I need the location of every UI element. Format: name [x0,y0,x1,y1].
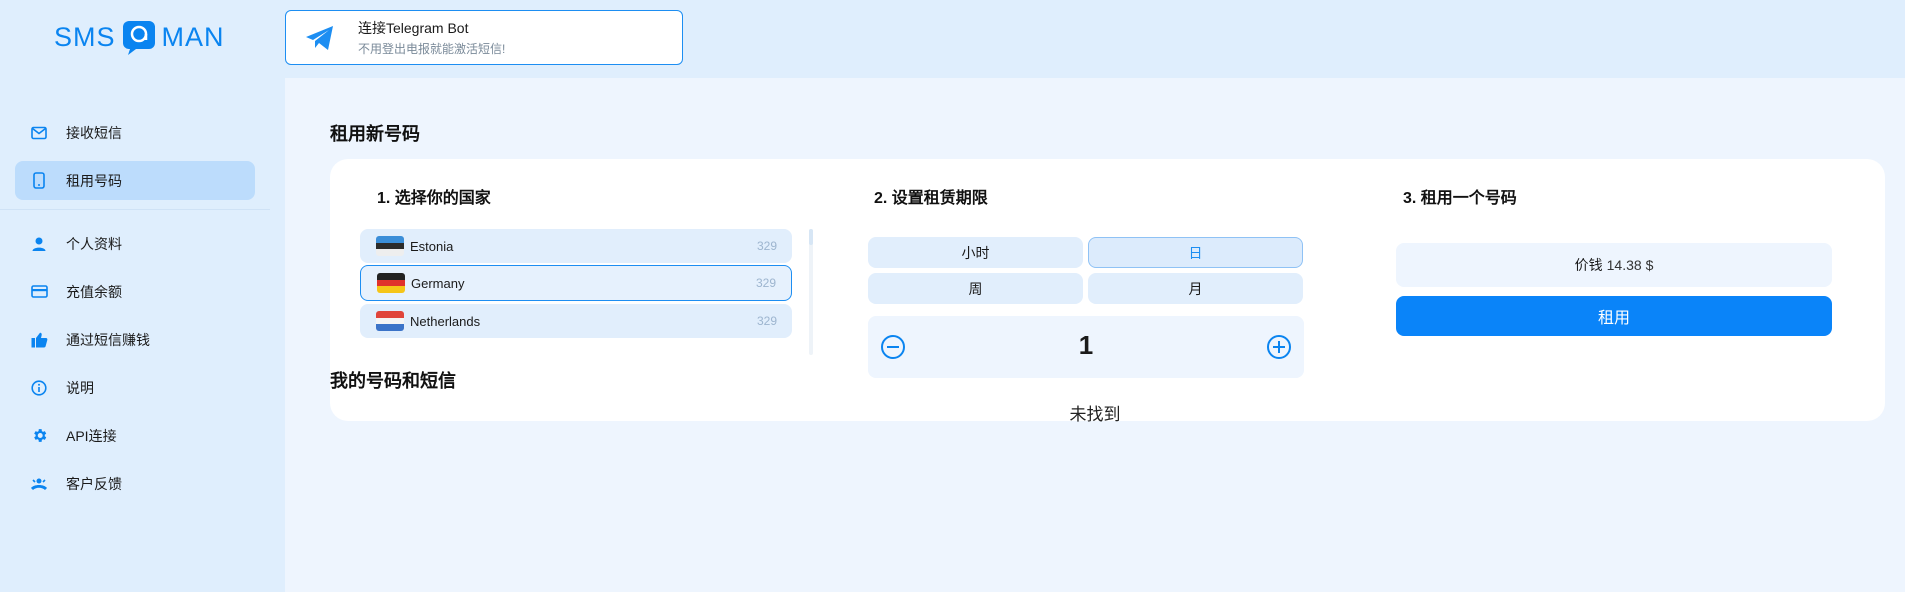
support-icon [30,475,48,493]
quantity-value: 1 [1078,330,1094,360]
sidebar-item-label: 客户反馈 [66,475,122,492]
country-count: 329 [756,314,777,328]
brand-left: SMS [54,21,116,52]
country-count: 329 [755,276,776,290]
sidebar-item-label: 个人资料 [66,235,122,252]
my-numbers-title: 我的号码和短信 [330,371,456,391]
country-name: Estonia [410,238,454,254]
country-item-germany[interactable]: Germany 329 [360,265,792,301]
rent-button[interactable]: 租用 [1396,296,1832,336]
main-content: 租用新号码 1. 选择你的国家 Estonia 329 Germany 329 … [285,78,1905,592]
brand-right: MAN [161,21,225,52]
brand-logo[interactable]: SMS MAN [54,16,225,58]
period-day-button[interactable]: 日 [1088,237,1303,268]
plus-circle-icon[interactable] [1266,334,1292,360]
telegram-title: 连接Telegram Bot [358,20,469,36]
period-hour-button[interactable]: 小时 [868,237,1083,268]
sidebar-nav: 接收短信 租用号码 个人资料 充值余额 通过短信赚钱 说明 API连接 客户反馈 [0,113,270,512]
card-icon [30,283,48,301]
country-name: Netherlands [410,313,481,329]
price-value: 14.38 $ [1606,257,1654,273]
country-list-scrollbar[interactable] [809,229,813,355]
sidebar-item-label: 租用号码 [66,172,122,189]
telegram-icon [306,25,333,50]
sidebar-item-label: 说明 [66,379,94,396]
country-name: Germany [411,275,465,291]
rent-panel: 1. 选择你的国家 Estonia 329 Germany 329 Nether… [330,159,1885,421]
info-icon [30,379,48,397]
sidebar-item-api[interactable]: API连接 [15,416,255,455]
sidebar: SMS MAN 接收短信 租用号码 个人资料 充值余额 通过短信赚钱 说明 AP… [0,0,285,592]
germany-flag-icon [377,273,405,293]
sidebar-divider [0,209,270,210]
sidebar-item-receive-sms[interactable]: 接收短信 [15,113,255,152]
sidebar-item-label: 通过短信赚钱 [66,331,150,348]
sidebar-item-profile[interactable]: 个人资料 [15,224,255,263]
netherlands-flag-icon [376,311,404,331]
empty-state-text: 未找到 [1069,405,1121,424]
phone-icon [30,172,48,190]
country-item-estonia[interactable]: Estonia 329 [360,229,792,263]
gear-icon [30,427,48,445]
estonia-flag-icon [376,236,404,256]
sidebar-item-label: API连接 [66,427,117,444]
telegram-text: 连接Telegram Bot 不用登出电报就能激活短信! [358,18,505,57]
sidebar-item-instructions[interactable]: 说明 [15,368,255,407]
country-item-netherlands[interactable]: Netherlands 329 [360,304,792,338]
period-month-button[interactable]: 月 [1088,273,1303,304]
telegram-subtitle: 不用登出电报就能激活短信! [358,42,506,56]
price-box: 价钱 14.38 $ [1396,243,1832,287]
step3-title: 3. 租用一个号码 [1403,190,1517,207]
sidebar-item-top-up[interactable]: 充值余额 [15,272,255,311]
quantity-stepper: 1 [868,316,1304,378]
rent-section-title: 租用新号码 [330,124,420,144]
step1-title: 1. 选择你的国家 [377,190,491,207]
sidebar-item-label: 接收短信 [66,124,122,141]
sidebar-item-rent-number[interactable]: 租用号码 [15,161,255,200]
mail-icon [30,124,48,142]
sidebar-item-earn[interactable]: 通过短信赚钱 [15,320,255,359]
thumbs-up-icon [30,331,48,349]
top-bar: 连接Telegram Bot 不用登出电报就能激活短信! [285,0,1905,78]
country-count: 329 [756,239,777,253]
period-week-button[interactable]: 周 [868,273,1083,304]
telegram-bot-banner[interactable]: 连接Telegram Bot 不用登出电报就能激活短信! [285,10,683,65]
chat-bubble-logo-icon [122,21,155,55]
sidebar-item-label: 充值余额 [66,283,122,300]
scrollbar-thumb[interactable] [809,229,813,245]
price-label: 价钱 [1574,257,1603,273]
user-icon [30,235,48,253]
sidebar-item-feedback[interactable]: 客户反馈 [15,464,255,503]
step2-title: 2. 设置租赁期限 [874,190,988,207]
